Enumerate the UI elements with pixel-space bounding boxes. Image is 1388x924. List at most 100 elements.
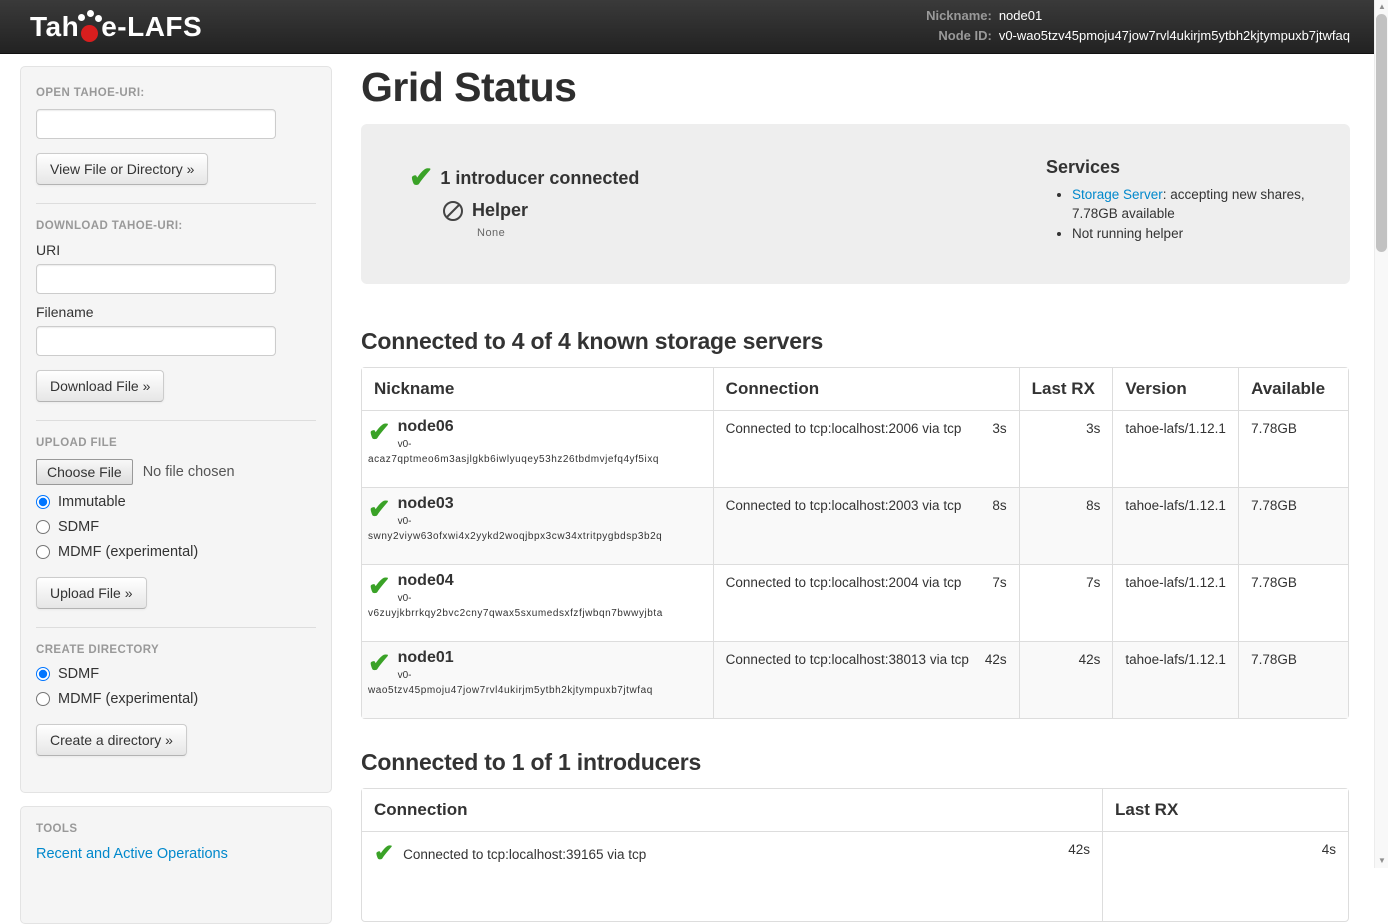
version-value: tahoe-lafs/1.12.1 [1112,564,1238,641]
version-value: tahoe-lafs/1.12.1 [1112,487,1238,564]
storage-server-link[interactable]: Storage Server [1072,187,1163,202]
tools-label: TOOLS [36,823,316,835]
tahoe-lafs-logo: Tahe-LAFS [30,0,202,54]
col-last-rx: Last RX [1102,789,1348,831]
connection-time: 3s [992,421,1006,436]
col-last-rx: Last RX [1019,368,1113,410]
scrollbar-thumb[interactable] [1376,14,1387,252]
page-scrollbar[interactable]: ▲ ▼ [1374,0,1388,868]
connection-text: Connected to tcp:localhost:38013 via tcp [726,652,969,667]
connected-check-icon: ✔ [368,573,391,600]
filename-field-label: Filename [36,304,316,320]
dir-format-sdmf[interactable]: SDMF [36,666,316,682]
helper-value: None [477,227,639,239]
upload-format-immutable[interactable]: Immutable [36,494,316,510]
available-value: 7.78GB [1238,564,1348,641]
node-id-label: Node ID: [926,27,992,45]
sidebar: OPEN TAHOE-URI: View File or Directory »… [20,66,332,924]
view-file-button[interactable]: View File or Directory » [36,153,208,185]
connection-time: 8s [992,498,1006,513]
scrollbar-down-arrow[interactable]: ▼ [1375,854,1388,868]
introducer-check-icon: ✔ [409,164,433,193]
create-directory-button[interactable]: Create a directory » [36,724,187,756]
main-content: Grid Status ✔ 1 introducer connected Hel… [361,54,1350,922]
file-chosen-status: No file chosen [143,464,235,480]
scrollbar-up-arrow[interactable]: ▲ [1375,0,1388,14]
choose-file-button[interactable]: Choose File [36,459,133,485]
server-nickname: node01 [398,648,454,668]
connection-time: 42s [985,652,1007,667]
download-uri-section: DOWNLOAD TAHOE-URI: URI Filename Downloa… [36,203,316,420]
services-title: Services [1046,157,1346,178]
connection-text: Connected to tcp:localhost:2006 via tcp [726,421,962,436]
dir-mdmf-radio-label: MDMF (experimental) [58,691,198,707]
col-connection: Connection [713,368,1019,410]
upload-file-section: UPLOAD FILE Choose File No file chosen I… [36,420,316,627]
open-uri-input[interactable] [36,109,276,139]
recent-operations-link[interactable]: Recent and Active Operations [36,846,228,862]
download-uri-input[interactable] [36,264,276,294]
download-filename-input[interactable] [36,326,276,356]
introducer-status-text: 1 introducer connected [440,168,639,189]
version-value: tahoe-lafs/1.12.1 [1112,410,1238,487]
upload-format-mdmf[interactable]: MDMF (experimental) [36,544,316,560]
dir-sdmf-radio[interactable] [36,667,50,681]
col-available: Available [1238,368,1348,410]
connection-time: 42s [1068,842,1090,857]
dir-format-mdmf[interactable]: MDMF (experimental) [36,691,316,707]
logo-text-post: e-LAFS [101,11,202,43]
connected-check-icon: ✔ [368,650,391,677]
introducers-heading: Connected to 1 of 1 introducers [361,749,1350,776]
server-id-prefix: v0- [398,593,454,604]
server-id: swny2viyw63ofxwi4x2yykd2woqjbpx3cw34xtri… [368,531,705,542]
mdmf-radio[interactable] [36,545,50,559]
sdmf-radio[interactable] [36,520,50,534]
last-rx-value: 3s [1019,410,1113,487]
upload-file-label: UPLOAD FILE [36,437,316,449]
connection-text: Connected to tcp:localhost:2003 via tcp [726,498,962,513]
connected-check-icon: ✔ [368,496,391,523]
table-header-row: Connection Last RX [362,789,1348,831]
tools-panel: TOOLS Recent and Active Operations [20,806,332,924]
dir-mdmf-radio[interactable] [36,692,50,706]
table-row: ✔ node06 v0- acaz7qptmeo6m3asjlgkb6iwlyu… [362,410,1348,487]
last-rx-value: 4s [1102,831,1348,921]
available-value: 7.78GB [1238,641,1348,718]
top-navbar: Tahe-LAFS Nickname: node01 Node ID: v0-w… [0,0,1388,54]
upload-file-button[interactable]: Upload File » [36,577,147,609]
immutable-radio-label: Immutable [58,494,126,510]
server-id-prefix: v0- [398,439,454,450]
create-directory-label: CREATE DIRECTORY [36,644,316,656]
connection-text: Connected to tcp:localhost:39165 via tcp [403,847,646,862]
open-uri-section: OPEN TAHOE-URI: View File or Directory » [36,71,316,203]
helper-title: Helper [472,200,528,221]
available-value: 7.78GB [1238,410,1348,487]
status-block: ✔ 1 introducer connected Helper None [409,164,639,239]
last-rx-value: 7s [1019,564,1113,641]
immutable-radio[interactable] [36,495,50,509]
server-nickname: node06 [398,417,454,437]
upload-format-sdmf[interactable]: SDMF [36,519,316,535]
servers-heading: Connected to 4 of 4 known storage server… [361,328,1350,355]
server-id: wao5tzv45pmoju47jow7rvl4ukirjm5ytbh2kjty… [368,685,705,696]
nickname-label: Nickname: [926,7,992,25]
version-value: tahoe-lafs/1.12.1 [1112,641,1238,718]
col-connection: Connection [362,789,1102,831]
server-nickname: node03 [398,494,454,514]
page-title: Grid Status [361,63,1350,111]
connection-time: 7s [992,575,1006,590]
col-nickname: Nickname [362,368,713,410]
col-version: Version [1112,368,1238,410]
download-file-button[interactable]: Download File » [36,370,164,402]
connected-check-icon: ✔ [374,842,394,866]
introducers-table: Connection Last RX ✔ Connected to tcp:lo… [361,788,1349,922]
uri-field-label: URI [36,242,316,258]
connected-check-icon: ✔ [368,419,391,446]
table-row: ✔ Connected to tcp:localhost:39165 via t… [362,831,1348,921]
connection-text: Connected to tcp:localhost:2004 via tcp [726,575,962,590]
nickname-value: node01 [999,7,1350,25]
storage-servers-table: Nickname Connection Last RX Version Avai… [361,367,1349,719]
node-info: Nickname: node01 Node ID: v0-wao5tzv45pm… [926,7,1350,45]
last-rx-value: 8s [1019,487,1113,564]
server-id: v6zuyjkbrrkqy2bvc2cny7qwax5sxumedsxfzfjw… [368,608,705,619]
